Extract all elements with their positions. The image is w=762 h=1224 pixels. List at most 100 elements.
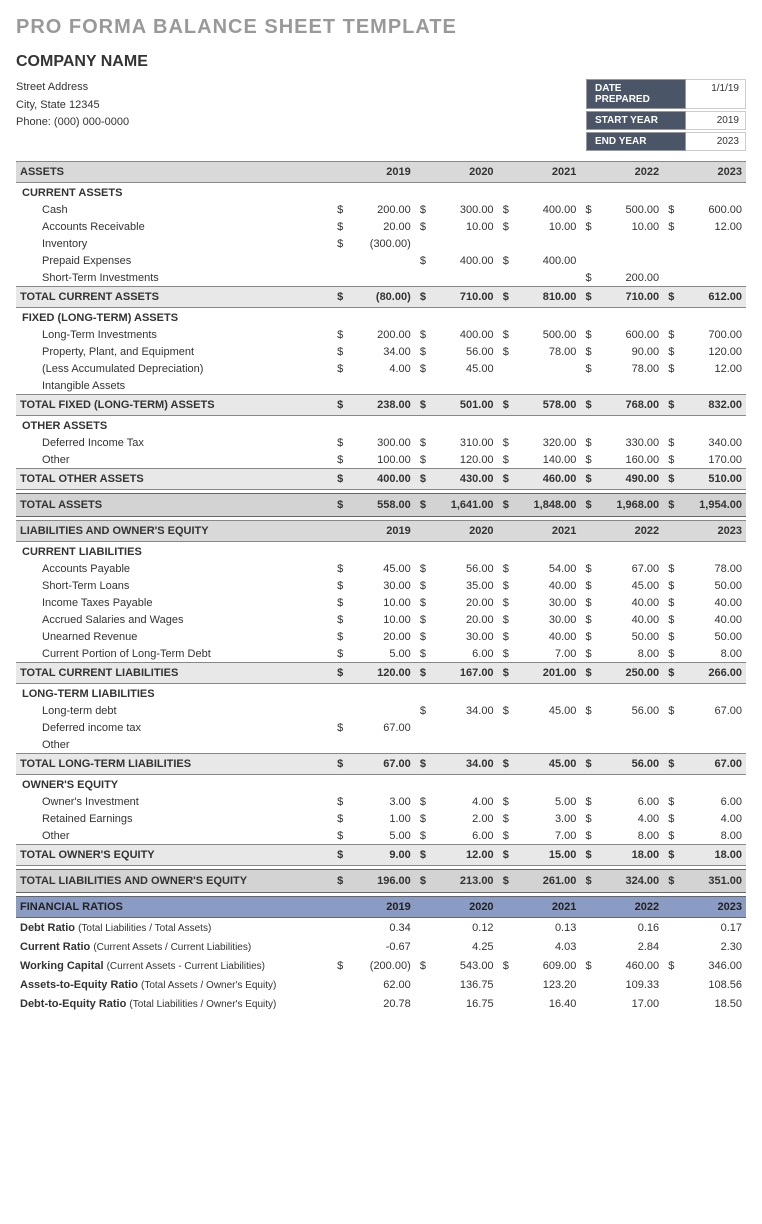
cell: 4.00 (596, 810, 664, 827)
cell: 3.00 (347, 793, 415, 810)
cell (498, 377, 513, 395)
cell: TOTAL ASSETS (16, 494, 332, 517)
cell (332, 918, 347, 938)
cell: $ (332, 645, 347, 663)
cell: $ (498, 845, 513, 866)
cell: 120.00 (347, 663, 415, 684)
address-line: City, State 12345 (16, 97, 129, 115)
cell: 400.00 (347, 469, 415, 490)
cell: $ (415, 395, 430, 416)
cell: $ (415, 611, 430, 628)
cell: 1.00 (347, 810, 415, 827)
header-label: START YEAR (586, 111, 686, 130)
cell: Intangible Assets (16, 377, 332, 395)
cell: 45.00 (513, 702, 581, 719)
cell: Prepaid Expenses (16, 252, 332, 269)
cell (663, 235, 678, 252)
cell (580, 918, 595, 938)
cell: $ (415, 326, 430, 343)
cell: $ (580, 810, 595, 827)
cell: 300.00 (430, 201, 498, 218)
cell (663, 918, 678, 938)
cell (513, 377, 581, 395)
cell: 810.00 (513, 287, 581, 308)
cell: 40.00 (513, 577, 581, 594)
cell (663, 252, 678, 269)
cell: 0.13 (513, 918, 581, 938)
cell: Retained Earnings (16, 810, 332, 827)
cell: 8.00 (596, 645, 664, 663)
cell (663, 377, 678, 395)
cell: $ (663, 754, 678, 775)
cell (498, 994, 513, 1013)
cell: 54.00 (513, 560, 581, 577)
cell: $ (663, 360, 678, 377)
cell: 120.00 (678, 343, 746, 360)
cell: $ (498, 702, 513, 719)
cell: 20.00 (430, 611, 498, 628)
cell (430, 377, 498, 395)
cell (498, 235, 513, 252)
cell (347, 269, 415, 287)
cell: $ (498, 870, 513, 893)
cell: 330.00 (596, 434, 664, 451)
cell (332, 702, 347, 719)
cell: $ (580, 645, 595, 663)
cell: $ (663, 793, 678, 810)
cell: 346.00 (678, 956, 746, 975)
cell: $ (415, 360, 430, 377)
cell: 2023 (678, 521, 746, 542)
cell (580, 252, 595, 269)
cell: $ (498, 469, 513, 490)
cell: CURRENT ASSETS (16, 183, 746, 202)
cell: 460.00 (513, 469, 581, 490)
cell (415, 937, 430, 956)
cell: $ (580, 201, 595, 218)
cell: 30.00 (513, 594, 581, 611)
cell (663, 897, 678, 918)
cell: $ (580, 793, 595, 810)
cell: 2.00 (430, 810, 498, 827)
cell (415, 235, 430, 252)
cell: (200.00) (347, 956, 415, 975)
cell (580, 736, 595, 754)
cell: 340.00 (678, 434, 746, 451)
cell: $ (580, 269, 595, 287)
cell: 62.00 (347, 975, 415, 994)
cell (678, 736, 746, 754)
cell: 310.00 (430, 434, 498, 451)
cell: $ (332, 956, 347, 975)
cell (678, 235, 746, 252)
cell (332, 162, 347, 183)
cell: 18.00 (678, 845, 746, 866)
cell (663, 975, 678, 994)
cell: 324.00 (596, 870, 664, 893)
cell: 700.00 (678, 326, 746, 343)
cell: $ (332, 663, 347, 684)
header-value: 2023 (686, 132, 746, 151)
cell: $ (332, 469, 347, 490)
cell: 18.00 (596, 845, 664, 866)
cell: Owner's Investment (16, 793, 332, 810)
cell: 10.00 (513, 218, 581, 235)
cell: $ (580, 434, 595, 451)
cell: $ (415, 560, 430, 577)
cell: LONG-TERM LIABILITIES (16, 684, 746, 703)
cell: (Less Accumulated Depreciation) (16, 360, 332, 377)
cell: $ (415, 810, 430, 827)
cell: 123.20 (513, 975, 581, 994)
cell: 78.00 (513, 343, 581, 360)
cell: $ (580, 287, 595, 308)
cell (415, 918, 430, 938)
cell: $ (415, 663, 430, 684)
cell: $ (498, 663, 513, 684)
cell: $ (580, 594, 595, 611)
cell (513, 736, 581, 754)
cell: $ (332, 201, 347, 218)
cell: $ (663, 611, 678, 628)
cell: 9.00 (347, 845, 415, 866)
cell: Short-Term Investments (16, 269, 332, 287)
cell (415, 994, 430, 1013)
cell (663, 719, 678, 736)
cell: 1,968.00 (596, 494, 664, 517)
